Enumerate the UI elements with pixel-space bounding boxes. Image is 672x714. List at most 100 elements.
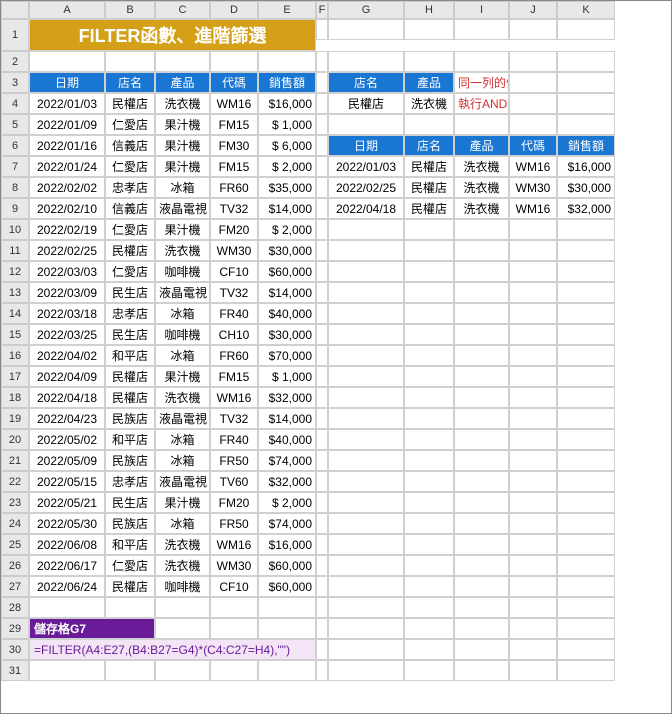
code-cell[interactable]: TV32 xyxy=(210,408,258,429)
product-cell[interactable]: 冰箱 xyxy=(155,450,210,471)
product-cell[interactable]: 洗衣機 xyxy=(155,93,210,114)
sales-cell[interactable]: $60,000 xyxy=(258,555,316,576)
sales-cell[interactable]: $14,000 xyxy=(258,198,316,219)
empty-cell[interactable] xyxy=(509,114,557,135)
empty-cell[interactable] xyxy=(557,618,615,639)
row-header[interactable]: 10 xyxy=(1,219,29,240)
code-cell[interactable]: FM30 xyxy=(210,135,258,156)
col-header[interactable]: H xyxy=(404,1,454,19)
col-header[interactable]: I xyxy=(454,1,509,19)
store-cell[interactable]: 民族店 xyxy=(105,513,155,534)
empty-cell[interactable] xyxy=(454,408,509,429)
empty-cell[interactable] xyxy=(210,618,258,639)
empty-cell[interactable] xyxy=(557,303,615,324)
result-store[interactable]: 民權店 xyxy=(404,177,454,198)
code-cell[interactable]: FR60 xyxy=(210,177,258,198)
sales-cell[interactable]: $14,000 xyxy=(258,282,316,303)
code-cell[interactable]: FR50 xyxy=(210,513,258,534)
code-cell[interactable]: CF10 xyxy=(210,576,258,597)
empty-cell[interactable] xyxy=(454,429,509,450)
empty-cell[interactable] xyxy=(316,114,328,135)
empty-cell[interactable] xyxy=(316,408,328,429)
empty-cell[interactable] xyxy=(454,114,509,135)
row-header[interactable]: 20 xyxy=(1,429,29,450)
empty-cell[interactable] xyxy=(454,303,509,324)
empty-cell[interactable] xyxy=(557,324,615,345)
empty-cell[interactable] xyxy=(316,597,328,618)
row-header[interactable]: 27 xyxy=(1,576,29,597)
sales-cell[interactable]: $74,000 xyxy=(258,513,316,534)
result-date[interactable]: 2022/02/25 xyxy=(328,177,404,198)
product-cell[interactable]: 咖啡機 xyxy=(155,324,210,345)
store-cell[interactable]: 民權店 xyxy=(105,366,155,387)
row-header[interactable]: 31 xyxy=(1,660,29,681)
product-cell[interactable]: 液晶電視 xyxy=(155,282,210,303)
criteria-store[interactable]: 民權店 xyxy=(328,93,404,114)
store-cell[interactable]: 和平店 xyxy=(105,534,155,555)
empty-cell[interactable] xyxy=(557,366,615,387)
date-cell[interactable]: 2022/03/09 xyxy=(29,282,105,303)
code-cell[interactable]: FM15 xyxy=(210,156,258,177)
code-cell[interactable]: FR40 xyxy=(210,429,258,450)
row-header[interactable]: 12 xyxy=(1,261,29,282)
empty-cell[interactable] xyxy=(105,597,155,618)
empty-cell[interactable] xyxy=(404,51,454,72)
col-header[interactable]: G xyxy=(328,1,404,19)
code-cell[interactable]: WM30 xyxy=(210,240,258,261)
empty-cell[interactable] xyxy=(328,513,404,534)
empty-cell[interactable] xyxy=(328,345,404,366)
store-cell[interactable]: 仁愛店 xyxy=(105,261,155,282)
empty-cell[interactable] xyxy=(258,597,316,618)
empty-cell[interactable] xyxy=(557,492,615,513)
date-cell[interactable]: 2022/02/19 xyxy=(29,219,105,240)
empty-cell[interactable] xyxy=(404,219,454,240)
row-header[interactable]: 17 xyxy=(1,366,29,387)
empty-cell[interactable] xyxy=(404,618,454,639)
product-cell[interactable]: 液晶電視 xyxy=(155,198,210,219)
result-sales[interactable]: $32,000 xyxy=(557,198,615,219)
empty-cell[interactable] xyxy=(316,576,328,597)
empty-cell[interactable] xyxy=(454,324,509,345)
empty-cell[interactable] xyxy=(316,303,328,324)
date-cell[interactable]: 2022/01/09 xyxy=(29,114,105,135)
result-code[interactable]: WM30 xyxy=(509,177,557,198)
empty-cell[interactable] xyxy=(557,282,615,303)
empty-cell[interactable] xyxy=(509,555,557,576)
empty-cell[interactable] xyxy=(404,282,454,303)
empty-cell[interactable] xyxy=(328,450,404,471)
empty-cell[interactable] xyxy=(404,261,454,282)
empty-cell[interactable] xyxy=(328,492,404,513)
code-cell[interactable]: TV32 xyxy=(210,282,258,303)
empty-cell[interactable] xyxy=(557,261,615,282)
col-header[interactable]: B xyxy=(105,1,155,19)
empty-cell[interactable] xyxy=(328,555,404,576)
row-header[interactable]: 6 xyxy=(1,135,29,156)
row-header[interactable]: 9 xyxy=(1,198,29,219)
empty-cell[interactable] xyxy=(404,534,454,555)
empty-cell[interactable] xyxy=(509,660,557,681)
sales-cell[interactable]: $60,000 xyxy=(258,261,316,282)
empty-cell[interactable] xyxy=(557,345,615,366)
product-cell[interactable]: 洗衣機 xyxy=(155,534,210,555)
row-header[interactable]: 3 xyxy=(1,72,29,93)
empty-cell[interactable] xyxy=(258,660,316,681)
product-cell[interactable]: 洗衣機 xyxy=(155,387,210,408)
empty-cell[interactable] xyxy=(404,303,454,324)
empty-cell[interactable] xyxy=(258,618,316,639)
code-cell[interactable]: FM20 xyxy=(210,492,258,513)
empty-cell[interactable] xyxy=(316,261,328,282)
empty-cell[interactable] xyxy=(328,429,404,450)
result-store[interactable]: 民權店 xyxy=(404,198,454,219)
row-header[interactable]: 16 xyxy=(1,345,29,366)
empty-cell[interactable] xyxy=(316,156,328,177)
store-cell[interactable]: 和平店 xyxy=(105,429,155,450)
result-sales[interactable]: $16,000 xyxy=(557,156,615,177)
row-header[interactable]: 21 xyxy=(1,450,29,471)
sales-cell[interactable]: $ 1,000 xyxy=(258,114,316,135)
empty-cell[interactable] xyxy=(557,93,615,114)
empty-cell[interactable] xyxy=(557,639,615,660)
empty-cell[interactable] xyxy=(404,576,454,597)
product-cell[interactable]: 果汁機 xyxy=(155,114,210,135)
empty-cell[interactable] xyxy=(557,408,615,429)
date-cell[interactable]: 2022/04/02 xyxy=(29,345,105,366)
